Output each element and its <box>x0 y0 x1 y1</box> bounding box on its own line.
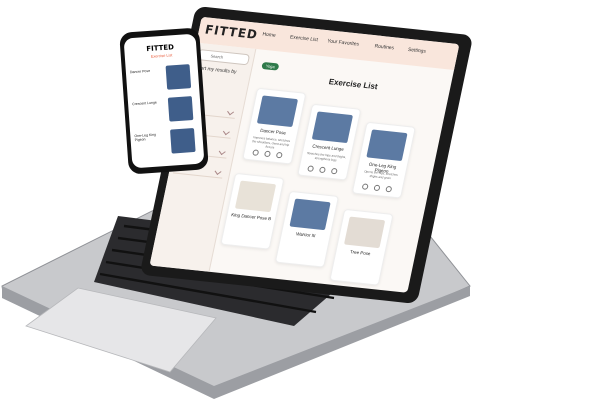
phone-item-photo <box>167 96 194 122</box>
phone-screen: FITTED Exercise List Dancer Pose Crescen… <box>123 33 205 169</box>
phone-item-title: Crescent Lunge <box>132 100 157 107</box>
page-title: Exercise List <box>327 77 379 92</box>
chart-icon[interactable] <box>361 183 369 190</box>
exercise-photo <box>289 198 331 231</box>
nav-exercise-list[interactable]: Exercise List <box>289 34 318 43</box>
phone-item-title: Dancer Pose <box>129 68 151 75</box>
exercise-card[interactable]: Crescent Lunge Stretches the hips and th… <box>297 103 362 181</box>
exercise-card[interactable]: King Dancer Pose B <box>220 172 285 250</box>
filter-chip-yoga[interactable]: Yoga <box>261 61 280 71</box>
exercise-card[interactable]: Dancer Pose Improves balance, stretches … <box>242 87 307 165</box>
exercise-card[interactable]: Tree Pose <box>329 208 394 286</box>
app-logo: FITTED <box>203 22 260 42</box>
chevron-down-icon <box>222 128 230 136</box>
chevron-down-icon <box>218 148 226 156</box>
exercise-photo <box>256 95 299 128</box>
phone-item-photo <box>165 64 192 90</box>
phone-logo: FITTED <box>146 43 175 54</box>
chart-icon[interactable] <box>307 165 315 172</box>
chart-icon[interactable] <box>252 149 260 156</box>
heart-icon[interactable] <box>275 151 283 159</box>
exercise-title: Warrior III <box>295 231 316 239</box>
nav-settings[interactable]: Settings <box>407 47 426 55</box>
add-icon[interactable] <box>373 184 381 192</box>
heart-icon[interactable] <box>385 185 393 193</box>
exercise-title: King Dancer Pose B <box>230 212 272 222</box>
exercise-card[interactable]: Warrior III <box>274 190 340 268</box>
nav-home[interactable]: Home <box>262 31 276 38</box>
exercise-title: Tree Pose <box>349 249 371 257</box>
add-icon[interactable] <box>263 150 272 158</box>
nav-routines[interactable]: Routines <box>374 43 395 51</box>
phone-list-item[interactable]: Crescent Lunge <box>132 96 196 126</box>
exercise-photo <box>366 129 408 162</box>
phone: FITTED Exercise List Dancer Pose Crescen… <box>119 27 209 175</box>
exercise-photo <box>343 216 386 249</box>
phone-item-title: One-Leg King Pigeon <box>134 132 157 143</box>
chevron-down-icon <box>227 108 235 116</box>
nav-favorites[interactable]: Your Favorites <box>327 38 360 47</box>
exercise-photo <box>234 180 277 213</box>
exercise-card[interactable]: One-Leg King Pigeon Opens the hips, stre… <box>351 121 416 199</box>
search-placeholder: Search <box>210 53 224 60</box>
phone-item-photo <box>170 127 196 154</box>
sort-label: Sort my results by <box>196 65 238 76</box>
heart-icon[interactable] <box>330 167 338 175</box>
phone-list-item[interactable]: Dancer Pose <box>130 64 194 94</box>
phone-list-item[interactable]: One-Leg King Pigeon <box>134 127 198 158</box>
phone-subtitle: Exercise List <box>150 53 173 59</box>
chevron-down-icon <box>214 168 222 176</box>
exercise-photo <box>311 111 354 144</box>
search-input[interactable]: Search <box>196 49 251 66</box>
add-icon[interactable] <box>318 166 327 174</box>
laptop-screen: FITTED Home Exercise List Your Favorites… <box>139 6 478 304</box>
